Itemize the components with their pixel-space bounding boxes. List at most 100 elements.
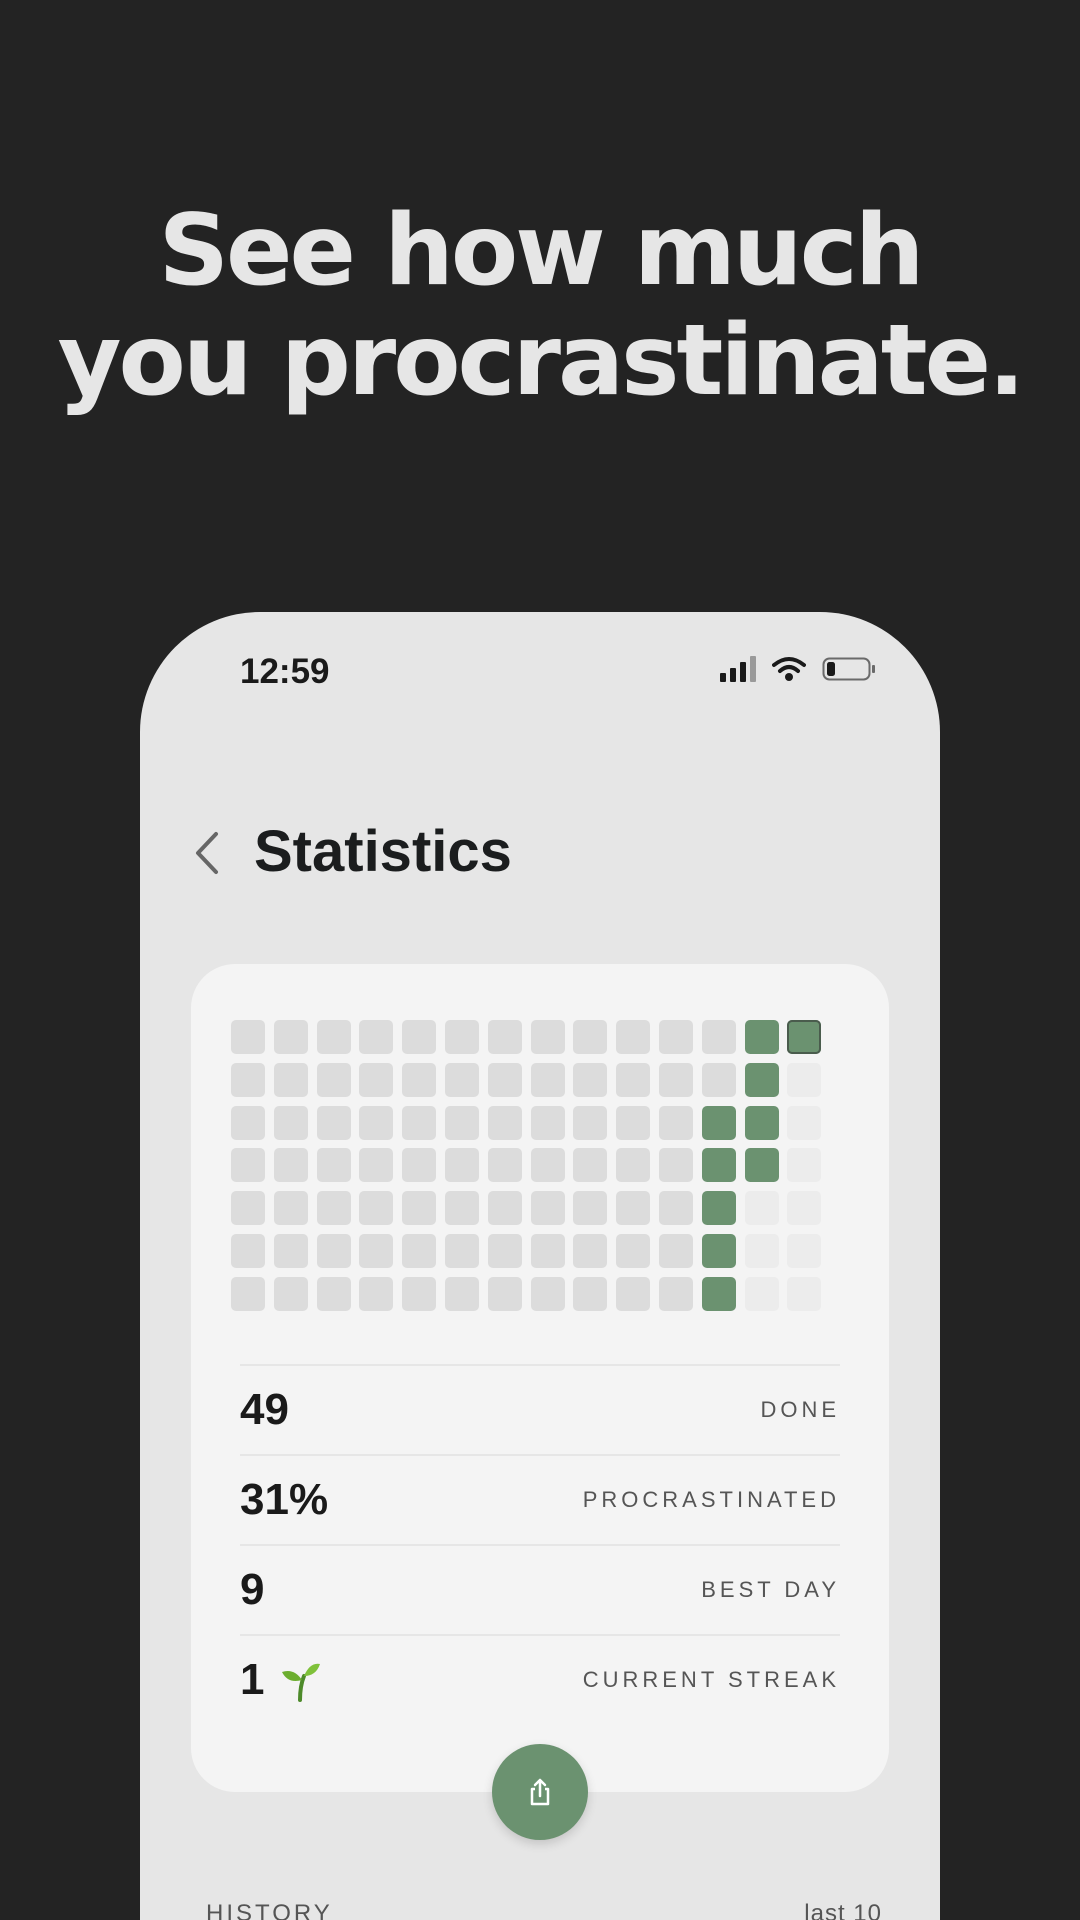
heatmap-cell [445, 1234, 479, 1268]
stat-value: 49 [240, 1385, 289, 1434]
heatmap-cell-done [744, 1062, 779, 1097]
wifi-icon [772, 657, 806, 681]
heatmap-cell [487, 1234, 522, 1268]
heatmap-cell-done [701, 1191, 736, 1226]
heatmap-cell [359, 1191, 394, 1226]
heatmap-cell [616, 1276, 651, 1311]
heatmap-cell [231, 1062, 265, 1097]
heatmap-cell [573, 1062, 608, 1097]
heatmap-cell [316, 1148, 351, 1183]
heatmap-cell [530, 1105, 565, 1140]
heatmap-cell [273, 1276, 308, 1311]
heatmap-cell [359, 1105, 394, 1140]
heatmap-cell [573, 1276, 608, 1311]
heatmap-cell [231, 1105, 265, 1140]
stat-value-streak: 1 [240, 1655, 322, 1705]
heatmap-cell [273, 1062, 308, 1097]
page-title: Statistics [254, 819, 512, 884]
heatmap-cell-future [787, 1148, 822, 1183]
heatmap-cell-future [787, 1062, 822, 1097]
heatmap-cell [316, 1234, 351, 1268]
stat-row-best-day: 9 BEST DAY [240, 1544, 840, 1634]
heatmap-cell [445, 1191, 479, 1226]
heatmap-cell [273, 1234, 308, 1268]
back-button[interactable] [192, 830, 222, 876]
stat-value: 1 [240, 1655, 265, 1704]
heatmap-cell [701, 1020, 736, 1054]
heatmap-cell [573, 1191, 608, 1226]
battery-icon [822, 657, 875, 681]
heatmap-cell [659, 1191, 693, 1226]
heatmap-cell [445, 1020, 479, 1054]
heatmap-cell [573, 1234, 608, 1268]
heatmap-cell [616, 1234, 651, 1268]
heatmap-cell [616, 1062, 651, 1097]
heatmap-cell [273, 1148, 308, 1183]
heatmap-cell [659, 1148, 693, 1183]
stat-label: CURRENT STREAK [582, 1667, 840, 1692]
history-heading: HISTORY [206, 1900, 333, 1920]
heatmap-cell-future [787, 1105, 822, 1140]
stat-row-current-streak: 1 CURRENT STREAK [240, 1634, 840, 1724]
heatmap-cell-done [744, 1148, 779, 1183]
history-range[interactable]: last 10 [804, 1900, 882, 1920]
share-button[interactable] [492, 1744, 588, 1840]
cellular-signal-icon [720, 656, 756, 682]
heatmap-cell [231, 1148, 265, 1183]
heatmap-cell [316, 1105, 351, 1140]
heatmap-cell [316, 1020, 351, 1054]
heatmap-cell [316, 1276, 351, 1311]
heatmap-cell-done [701, 1234, 736, 1268]
heatmap-cell [402, 1234, 437, 1268]
heatmap-cell [231, 1191, 265, 1226]
heatmap-cell [659, 1062, 693, 1097]
stat-value: 31% [240, 1475, 329, 1524]
heatmap-cell [273, 1191, 308, 1226]
heatmap-cell [445, 1105, 479, 1140]
heatmap-cell [573, 1105, 608, 1140]
heatmap-cell [487, 1191, 522, 1226]
heatmap-cell [445, 1276, 479, 1311]
stat-row-procrastinated: 31% PROCRASTINATED [240, 1454, 840, 1544]
heatmap-cell [359, 1234, 394, 1268]
heatmap-cell [530, 1148, 565, 1183]
activity-heatmap [231, 1020, 831, 1326]
heatmap-cell [359, 1276, 394, 1311]
statistics-card: 49 DONE 31% PROCRASTINATED 9 BEST DAY 1 … [191, 964, 889, 1792]
heatmap-cell [487, 1020, 522, 1054]
heatmap-cell [487, 1105, 522, 1140]
heatmap-cell-done [744, 1105, 779, 1140]
heatmap-cell [487, 1062, 522, 1097]
status-time: 12:59 [240, 652, 330, 691]
heatmap-cell [530, 1234, 565, 1268]
share-icon [530, 1778, 550, 1806]
heatmap-cell [359, 1062, 394, 1097]
heatmap-cell [616, 1148, 651, 1183]
stat-value: 9 [240, 1565, 265, 1614]
heatmap-cell [530, 1191, 565, 1226]
heatmap-cell-done [787, 1020, 822, 1054]
seedling-icon [282, 1663, 321, 1702]
heatmap-cell [316, 1062, 351, 1097]
heatmap-cell-future [744, 1234, 779, 1268]
heatmap-cell [616, 1020, 651, 1054]
heatmap-cell [487, 1276, 522, 1311]
status-icons [720, 656, 876, 682]
heatmap-cell-done [701, 1105, 736, 1140]
heatmap-cell [273, 1105, 308, 1140]
heatmap-cell [573, 1020, 608, 1054]
headline-line-1: See how much [158, 194, 924, 308]
heatmap-cell [616, 1191, 651, 1226]
heatmap-cell [530, 1062, 565, 1097]
heatmap-cell [402, 1276, 437, 1311]
heatmap-cell [701, 1062, 736, 1097]
marketing-headline: See how much you procrastinate. [0, 196, 1080, 416]
heatmap-cell-future [744, 1191, 779, 1226]
heatmap-cell [445, 1062, 479, 1097]
stat-label: PROCRASTINATED [582, 1487, 840, 1512]
heatmap-cell [616, 1105, 651, 1140]
heatmap-cell [359, 1148, 394, 1183]
heatmap-cell-future [787, 1191, 822, 1226]
heatmap-cell [487, 1148, 522, 1183]
heatmap-cell [402, 1020, 437, 1054]
